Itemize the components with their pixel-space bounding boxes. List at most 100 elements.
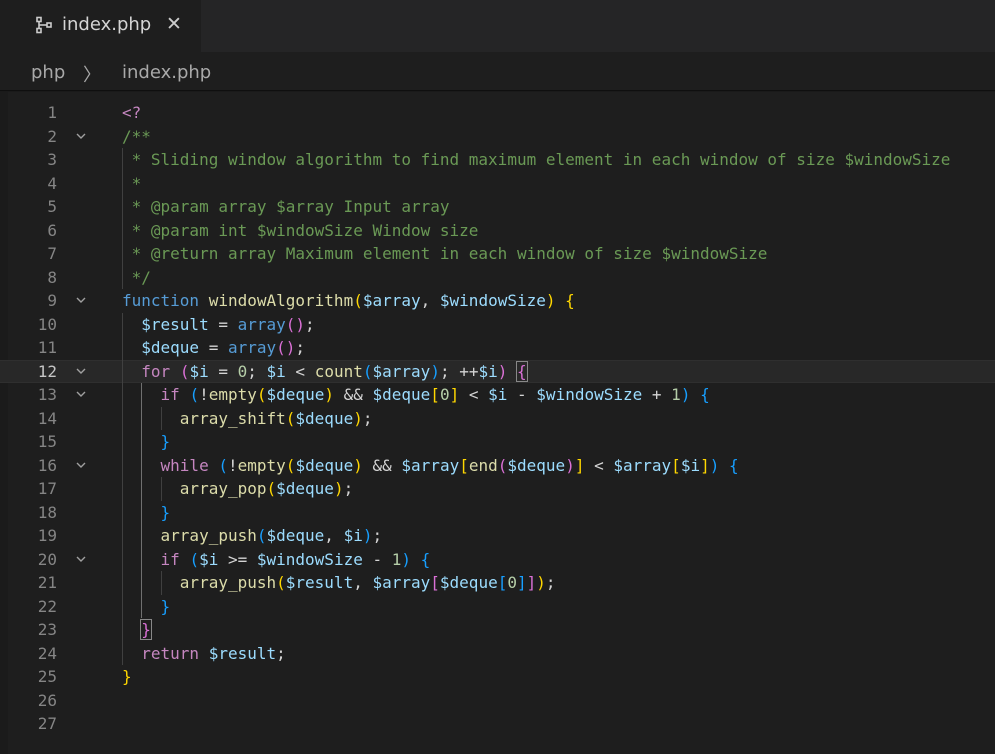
code-token: {: [700, 385, 710, 404]
breadcrumb-item-php[interactable]: php: [31, 62, 65, 83]
code-token: ): [709, 455, 720, 475]
line-number: 11: [37, 338, 57, 357]
code-token: }: [160, 596, 171, 616]
code-token: }: [160, 502, 171, 522]
code-line[interactable]: 6 * @param int $windowSize Window size: [0, 219, 995, 243]
code-line[interactable]: 8 */: [0, 266, 995, 290]
code-token: $i: [199, 549, 219, 569]
code-text: for ($i = 0; $i < count($array); ++$i) {: [122, 360, 528, 384]
code-line[interactable]: 20 if ($i >= $windowSize - 1) {: [0, 548, 995, 572]
code-token: function: [122, 291, 200, 310]
code-token: &&: [333, 385, 373, 404]
code-token: (: [266, 479, 277, 498]
code-token: end: [468, 455, 498, 475]
line-number: 7: [47, 244, 57, 263]
chevron-down-icon[interactable]: [76, 360, 88, 384]
code-text: * @param array $array Input array: [122, 195, 450, 219]
code-token: -: [507, 385, 537, 404]
indent-guide: [122, 312, 123, 665]
code-text: */: [122, 266, 151, 290]
code-token: *: [122, 173, 142, 193]
line-number: 1: [47, 103, 57, 122]
code-token: array: [237, 314, 286, 334]
code-token: 1: [671, 385, 681, 404]
code-token: ): [545, 291, 556, 310]
line-number: 10: [37, 314, 57, 334]
code-token: <: [459, 385, 489, 404]
code-token: <: [285, 361, 315, 381]
code-token: array_shift: [179, 408, 286, 428]
chevron-down-icon[interactable]: [76, 548, 88, 572]
indent-guide: [122, 148, 123, 289]
code-line[interactable]: 2 /**: [0, 125, 995, 149]
code-line[interactable]: 13 if (!empty($deque) && $deque[0] < $i …: [0, 383, 995, 407]
code-line[interactable]: 18 }: [0, 501, 995, 525]
code-line[interactable]: 17 array_pop($deque);: [0, 477, 995, 501]
code-line[interactable]: 25}: [0, 665, 995, 689]
code-text: *: [122, 172, 142, 196]
code-line[interactable]: 7 * @return array Maximum element in eac…: [0, 242, 995, 266]
code-line[interactable]: 27: [0, 712, 995, 736]
code-token: if: [160, 385, 180, 404]
code-line[interactable]: 15 }: [0, 430, 995, 454]
code-line[interactable]: 11 $deque = array();: [0, 336, 995, 360]
code-line[interactable]: 16 while (!empty($deque) && $array[end($…: [0, 454, 995, 478]
code-token: ): [536, 573, 546, 592]
code-line[interactable]: 21 array_push($result, $array[$deque[0]]…: [0, 571, 995, 595]
code-token: /**: [122, 126, 151, 146]
code-token: [: [497, 573, 508, 592]
code-token: ]: [700, 455, 710, 475]
code-line[interactable]: 23 }: [0, 618, 995, 642]
code-text: }: [122, 665, 132, 689]
chevron-down-icon[interactable]: [76, 383, 88, 407]
code-token: $windowSize: [536, 385, 643, 404]
code-text: }: [122, 618, 152, 642]
code-line[interactable]: 9 function windowAlgorithm($array, $windo…: [0, 289, 995, 313]
code-token: ): [497, 361, 508, 381]
breadcrumb-item-index-php[interactable]: index.php: [122, 62, 211, 83]
code-line[interactable]: 14 array_shift($deque);: [0, 407, 995, 431]
code-line[interactable]: 10 $result = array();: [0, 313, 995, 337]
tab-index-php[interactable]: index.php ✕: [0, 0, 201, 52]
code-line[interactable]: 22 }: [0, 595, 995, 619]
code-text: }: [122, 595, 171, 619]
line-number: 27: [37, 714, 57, 733]
code-editor[interactable]: 1 <? 2/** 3 * Sliding window algorithm to f…: [0, 92, 995, 754]
chevron-down-icon[interactable]: [76, 289, 88, 313]
chevron-down-icon[interactable]: [76, 454, 88, 478]
line-number: 22: [37, 596, 57, 616]
code-token: $deque: [141, 338, 200, 357]
code-text: array_push($result, $array[$deque[0]]);: [122, 571, 556, 595]
code-token: ;: [295, 338, 306, 357]
code-token: =: [199, 338, 228, 357]
code-line[interactable]: 5 * @param array $array Input array: [0, 195, 995, 219]
code-line[interactable]: 26: [0, 689, 995, 713]
indent-guide: [160, 477, 162, 501]
code-line[interactable]: 1 <?: [0, 101, 995, 125]
code-token: }: [140, 619, 152, 640]
code-token: (: [276, 573, 286, 592]
code-line[interactable]: 12 for ($i = 0; $i < count($array); ++$i…: [0, 359, 995, 384]
code-token: $result: [285, 573, 354, 592]
code-token: $deque: [295, 455, 354, 475]
code-token: * @param array $array Input array: [122, 197, 450, 216]
code-line[interactable]: 4 *: [0, 172, 995, 196]
code-text: return $result;: [122, 642, 286, 666]
line-number: 16: [37, 455, 57, 475]
close-icon[interactable]: ✕: [166, 13, 182, 35]
chevron-down-icon[interactable]: [76, 125, 88, 149]
breadcrumb: php 〉 index.php: [0, 52, 995, 90]
code-line[interactable]: 24 return $result;: [0, 642, 995, 666]
code-line[interactable]: 3 * Sliding window algorithm to find max…: [0, 148, 995, 172]
code-text: array_pop($deque);: [122, 477, 353, 501]
code-token: array_pop: [179, 479, 267, 498]
code-line[interactable]: 19 array_push($deque, $i);: [0, 524, 995, 548]
